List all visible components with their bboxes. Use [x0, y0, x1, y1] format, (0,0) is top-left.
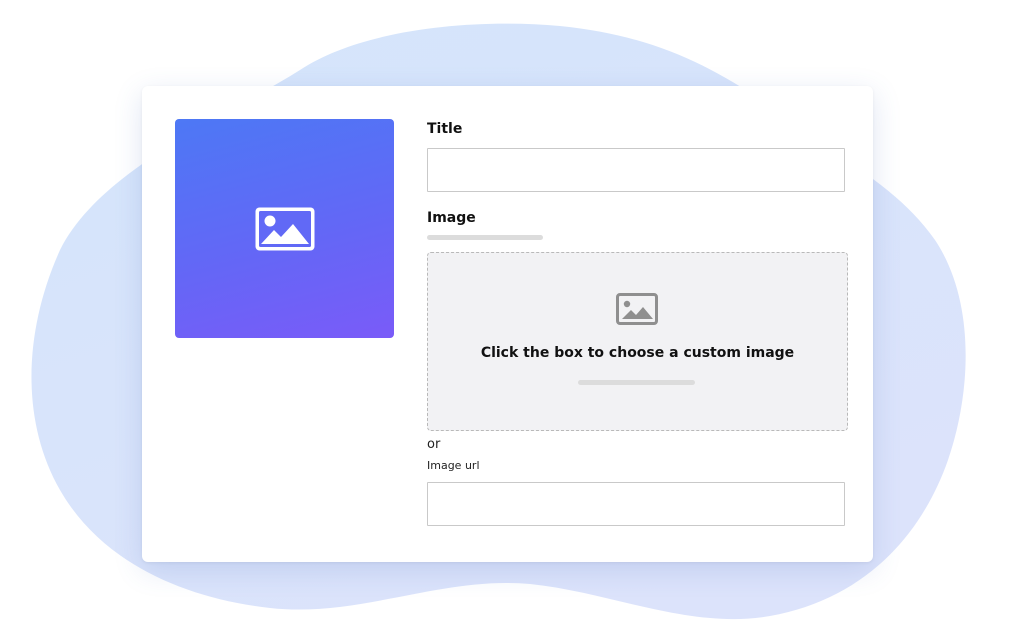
image-label: Image: [427, 210, 476, 226]
title-label: Title: [427, 121, 463, 137]
image-placeholder-bar: [427, 235, 543, 240]
or-text: or: [427, 437, 441, 452]
form-card: Title Image Click the box to choose a cu…: [142, 86, 873, 562]
dropzone-placeholder-bar: [578, 380, 695, 385]
image-url-label: Image url: [427, 459, 480, 472]
stage: Title Image Click the box to choose a cu…: [0, 0, 1024, 640]
title-input[interactable]: [427, 148, 845, 192]
image-url-input[interactable]: [427, 482, 845, 526]
image-icon: [616, 293, 658, 325]
image-preview: [175, 119, 394, 338]
dropzone-text: Click the box to choose a custom image: [480, 345, 795, 361]
image-dropzone[interactable]: Click the box to choose a custom image: [427, 252, 848, 431]
image-icon: [255, 207, 314, 250]
